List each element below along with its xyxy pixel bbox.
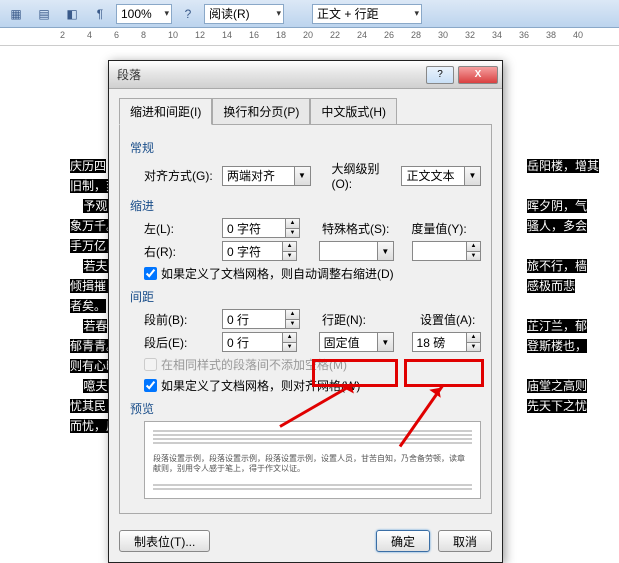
metric-label: 度量值(Y): (411, 220, 469, 237)
tab-indent-spacing[interactable]: 缩进和间距(I) (119, 98, 212, 125)
ok-button[interactable]: 确定 (376, 530, 430, 552)
before-spin[interactable]: 0 行▲▼ (222, 309, 300, 329)
indent-left-spin[interactable]: 0 字符▲▼ (222, 218, 300, 238)
metric-spin[interactable]: ▲▼ (412, 241, 481, 261)
zoom-select[interactable]: 100% (116, 4, 172, 24)
dialog-title: 段落 (117, 66, 422, 83)
auto-adjust-checkbox[interactable]: 如果定义了文档网格，则自动调整右缩进(D) (144, 265, 481, 282)
linespacing-label: 行距(N): (322, 311, 386, 328)
indent-right-spin[interactable]: 0 字符▲▼ (222, 241, 297, 261)
cancel-button[interactable]: 取消 (438, 530, 492, 552)
tab-line-page-breaks[interactable]: 换行和分页(P) (212, 98, 310, 125)
dialog-buttons: 制表位(T)... 确定 取消 (109, 524, 502, 562)
alignment-label: 对齐方式(G): (144, 167, 216, 184)
setat-label: 设置值(A): (420, 311, 478, 328)
section-general: 常规 (130, 139, 481, 156)
tabstops-button[interactable]: 制表位(T)... (119, 530, 210, 552)
dialog-tabs: 缩进和间距(I) 换行和分页(P) 中文版式(H) (109, 89, 502, 124)
reading-select[interactable]: 阅读(R) (204, 4, 284, 24)
help-icon[interactable]: ? (176, 3, 200, 25)
before-label: 段前(B): (144, 311, 216, 328)
app-toolbar: ▦ ▤ ◧ ¶ 100% ? 阅读(R) 正文 + 行距 (0, 0, 619, 28)
after-spin[interactable]: 0 行▲▼ (222, 332, 297, 352)
paragraph-dialog: 段落 ? X 缩进和间距(I) 换行和分页(P) 中文版式(H) 常规 对齐方式… (108, 60, 503, 563)
tool-icon[interactable]: ▦ (4, 3, 28, 25)
help-button[interactable]: ? (426, 66, 454, 84)
special-label: 特殊格式(S): (322, 220, 389, 237)
section-spacing: 间距 (130, 288, 481, 305)
linespacing-combo[interactable]: 固定值▼ (319, 332, 394, 352)
preview-box: 段落设置示例，段落设置示例，段落设置示例，设置人员，甘苦自知，乃舍备劳顿，读章献… (144, 421, 481, 499)
after-label: 段后(E): (144, 334, 216, 351)
outline-combo[interactable]: 正文文本▼ (401, 166, 481, 186)
tab-asian-typography[interactable]: 中文版式(H) (310, 98, 397, 125)
dialog-panel: 常规 对齐方式(G): 两端对齐▼ 大纲级别(O): 正文文本▼ 缩进 左(L)… (119, 124, 492, 514)
style-select[interactable]: 正文 + 行距 (312, 4, 422, 24)
tool-icon[interactable]: ¶ (88, 3, 112, 25)
tool-icon[interactable]: ◧ (60, 3, 84, 25)
horizontal-ruler: 246810121416182022242628303234363840 (0, 28, 619, 46)
tool-icon[interactable]: ▤ (32, 3, 56, 25)
section-indent: 缩进 (130, 197, 481, 214)
indent-right-label: 右(R): (144, 243, 216, 260)
special-combo[interactable]: ▼ (319, 241, 394, 261)
close-button[interactable]: X (458, 66, 498, 84)
alignment-combo[interactable]: 两端对齐▼ (222, 166, 311, 186)
setat-spin[interactable]: 18 磅▲▼ (412, 332, 481, 352)
outline-label: 大纲级别(O): (331, 160, 395, 191)
indent-left-label: 左(L): (144, 220, 216, 237)
dialog-titlebar: 段落 ? X (109, 61, 502, 89)
